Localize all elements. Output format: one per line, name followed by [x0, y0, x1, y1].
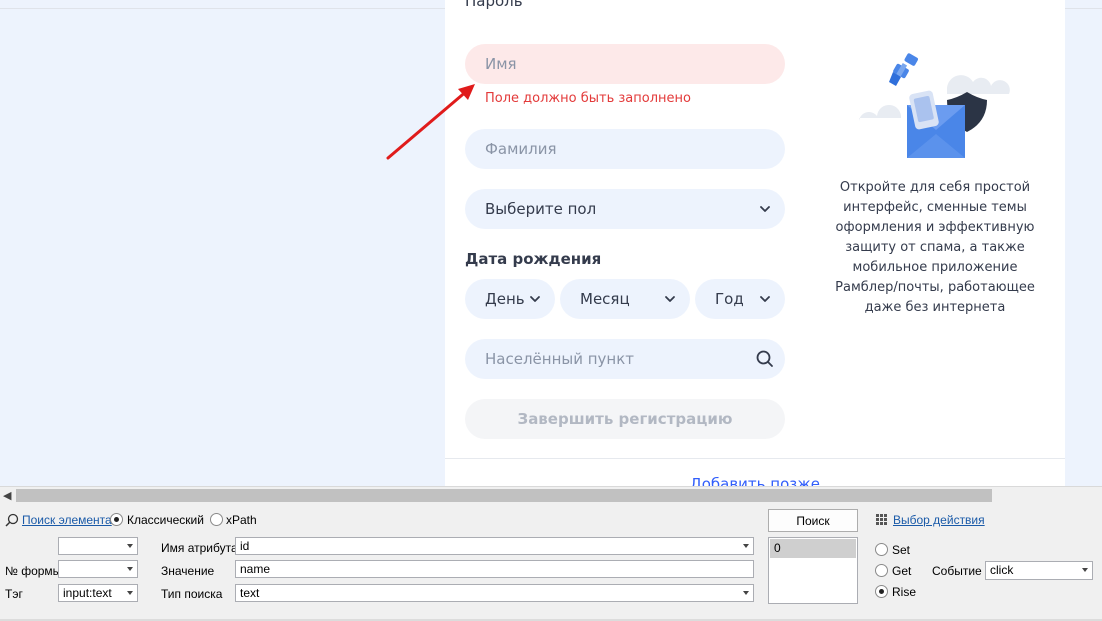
dropdown-arrow-icon — [127, 567, 133, 571]
chevron-down-icon — [663, 292, 677, 306]
header-divider — [0, 8, 445, 9]
dropdown-arrow-icon — [127, 544, 133, 548]
event-label: Событие — [932, 564, 982, 578]
rise-radio[interactable] — [875, 585, 888, 598]
tag-value: input:text — [63, 586, 112, 600]
day-select-label: День — [485, 290, 525, 308]
attribute-name-label: Имя атрибута — [161, 541, 238, 555]
list-item[interactable]: 0 — [770, 539, 856, 558]
search-button[interactable]: Поиск — [768, 509, 858, 532]
attribute-name-combo[interactable]: id — [235, 537, 754, 555]
year-select-label: Год — [715, 290, 744, 308]
form-number-label: № формы — [5, 564, 62, 578]
birthdate-title: Дата рождения — [465, 250, 602, 268]
horizontal-scrollbar[interactable]: ◀ — [0, 486, 1102, 504]
last-name-placeholder: Фамилия — [485, 140, 557, 158]
search-icon — [5, 513, 19, 527]
set-label: Set — [892, 543, 911, 557]
month-select-label: Месяц — [580, 290, 630, 308]
first-name-error: Поле должно быть заполнено — [485, 91, 691, 106]
mail-illustration — [855, 50, 1015, 165]
dropdown-arrow-icon — [1082, 568, 1088, 572]
get-label: Get — [892, 564, 912, 578]
value-label: Значение — [161, 564, 215, 578]
finish-registration-button[interactable]: Завершить регистрацию — [465, 399, 785, 439]
grid-icon — [876, 514, 888, 526]
gender-select[interactable]: Выберите пол — [465, 189, 785, 229]
event-value: click — [990, 563, 1014, 577]
promo-text: Откройте для себя простой интерфейс, сме… — [835, 180, 1035, 315]
classic-mode-label: Классический — [127, 513, 204, 527]
chevron-down-icon — [758, 292, 772, 306]
gender-select-label: Выберите пол — [485, 200, 597, 218]
set-radio[interactable] — [875, 543, 888, 556]
rise-label: Rise — [892, 585, 917, 599]
search-icon[interactable] — [755, 349, 775, 369]
search-type-combo[interactable]: text — [235, 584, 754, 602]
last-name-input[interactable]: Фамилия — [465, 129, 785, 169]
chevron-down-icon — [758, 202, 772, 216]
dropdown-arrow-icon — [127, 591, 133, 595]
tag-combo[interactable]: input:text — [58, 584, 138, 602]
first-combo[interactable] — [58, 537, 138, 555]
dropdown-arrow-icon — [743, 544, 749, 548]
event-combo[interactable]: click — [985, 561, 1093, 580]
add-later-link[interactable]: Добавить позже — [445, 475, 1065, 486]
value-input[interactable]: name — [235, 560, 754, 578]
form-number-combo[interactable] — [58, 560, 138, 578]
header-divider — [1065, 8, 1102, 9]
month-select[interactable]: Месяц — [560, 279, 690, 319]
xpath-mode-label: xPath — [226, 513, 257, 527]
get-radio[interactable] — [875, 564, 888, 577]
registration-card: Пароль Имя Поле должно быть заполнено Фа… — [445, 0, 1065, 486]
action-choice-link[interactable]: Выбор действия — [893, 513, 985, 527]
browser-viewport: Пароль Имя Поле должно быть заполнено Фа… — [0, 0, 1102, 486]
dropdown-arrow-icon — [743, 591, 749, 595]
results-list[interactable]: 0 — [768, 537, 858, 604]
search-type-value: text — [240, 586, 260, 600]
annotation-arrow — [380, 80, 480, 170]
password-label: Пароль — [465, 0, 523, 10]
search-element-link[interactable]: Поиск элемента — [22, 513, 112, 527]
scrollbar-thumb[interactable] — [16, 489, 992, 502]
xpath-mode-radio[interactable] — [210, 513, 223, 526]
city-input[interactable]: Населённый пункт — [465, 339, 785, 379]
card-divider — [445, 458, 1065, 459]
search-type-label: Тип поиска — [161, 587, 223, 601]
tag-label: Тэг — [5, 587, 23, 601]
attribute-name-value: id — [240, 539, 250, 553]
first-name-placeholder: Имя — [485, 55, 517, 73]
year-select[interactable]: Год — [695, 279, 785, 319]
chevron-down-icon — [528, 292, 542, 306]
classic-mode-radio[interactable] — [110, 513, 123, 526]
first-name-input[interactable]: Имя — [465, 44, 785, 84]
day-select[interactable]: День — [465, 279, 555, 319]
element-search-panel: Поиск элемента Классический xPath № форм… — [0, 504, 1102, 621]
city-placeholder: Населённый пункт — [485, 350, 635, 368]
scroll-left-icon[interactable]: ◀ — [3, 489, 11, 502]
